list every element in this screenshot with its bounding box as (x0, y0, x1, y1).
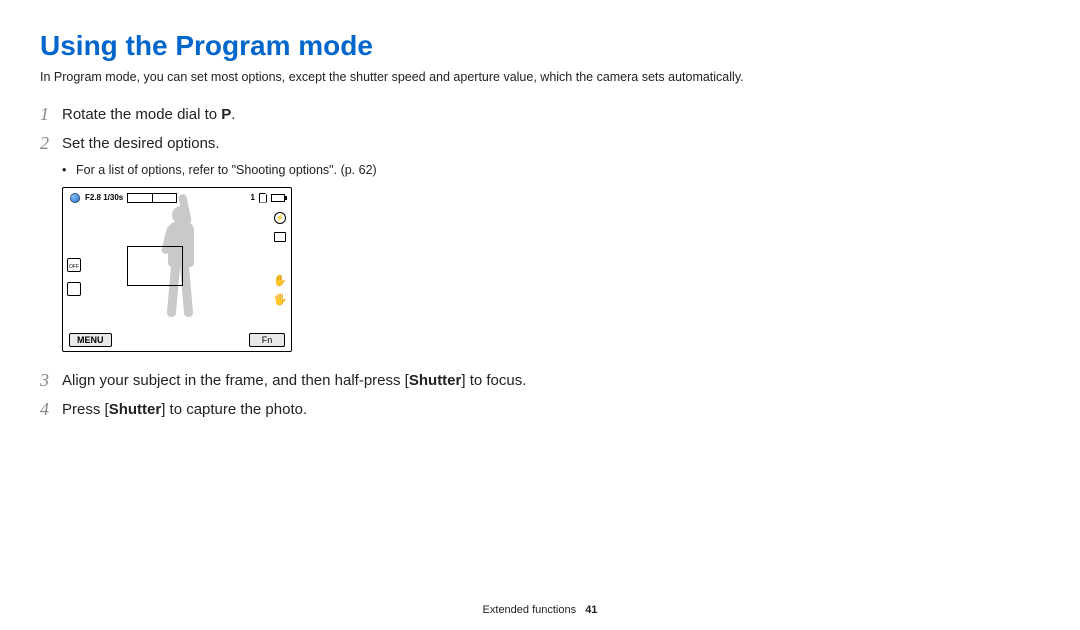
sd-card-icon (259, 193, 267, 203)
palm-icon: 🖐 (273, 295, 287, 306)
step-4-pre: Press [ (62, 401, 109, 418)
step-text: Press [Shutter] to capture the photo. (62, 399, 307, 420)
footer-section: Extended functions (483, 604, 577, 616)
page-footer: Extended functions 41 (0, 604, 1080, 616)
step-number: 3 (40, 370, 62, 391)
battery-icon (271, 194, 285, 202)
ev-scale-icon (127, 193, 177, 203)
lcd-top-row: F2.8 1/30s 1 (69, 192, 285, 204)
exposure-readout: F2.8 1/30s (85, 193, 123, 202)
step-1-pre: Rotate the mode dial to (62, 106, 221, 123)
lcd-figure: F2.8 1/30s 1 OFF ⚡ (62, 187, 660, 352)
image-stabilization-icon: ✋ (273, 276, 287, 287)
mode-indicator-icon (69, 192, 81, 204)
camera-lcd: F2.8 1/30s 1 OFF ⚡ (62, 187, 292, 352)
shutter-label: Shutter (109, 401, 162, 418)
focus-frame-icon (127, 246, 183, 286)
step-list: 1 Rotate the mode dial to P. 2 Set the d… (40, 104, 660, 420)
shot-count: 1 (251, 193, 255, 202)
step-1: 1 Rotate the mode dial to P. (40, 104, 660, 125)
lcd-right-icons: ⚡ ✋ 🖐 (273, 212, 287, 306)
flash-icon: ⚡ (274, 212, 286, 224)
bullet-dot-icon: • (62, 163, 76, 177)
image-size-icon (274, 232, 286, 242)
flash-off-icon: OFF (67, 258, 81, 272)
step-2-note-text: For a list of options, refer to "Shootin… (76, 163, 377, 177)
step-text: Set the desired options. (62, 133, 220, 154)
page-title: Using the Program mode (40, 30, 1040, 62)
step-number: 4 (40, 399, 62, 420)
intro-text: In Program mode, you can set most option… (40, 70, 1040, 84)
mode-p-icon: P (221, 106, 231, 123)
step-2: 2 Set the desired options. (40, 133, 660, 154)
page-number: 41 (585, 604, 597, 616)
step-1-post: . (231, 106, 235, 123)
step-2-note: • For a list of options, refer to "Shoot… (62, 163, 660, 177)
shutter-label: Shutter (409, 372, 462, 389)
drive-mode-icon (67, 282, 81, 296)
step-4-post: ] to capture the photo. (161, 401, 307, 418)
step-number: 2 (40, 133, 62, 154)
step-3-pre: Align your subject in the frame, and the… (62, 372, 409, 389)
menu-button-label: MENU (69, 333, 112, 347)
fn-button-label: Fn (249, 333, 285, 347)
lcd-left-icons: OFF (67, 258, 81, 296)
step-3: 3 Align your subject in the frame, and t… (40, 370, 660, 391)
step-3-post: ] to focus. (461, 372, 526, 389)
step-text: Align your subject in the frame, and the… (62, 370, 526, 391)
step-text: Rotate the mode dial to P. (62, 104, 235, 125)
step-4: 4 Press [Shutter] to capture the photo. (40, 399, 660, 420)
step-number: 1 (40, 104, 62, 125)
lcd-bottom-row: MENU Fn (69, 333, 285, 347)
